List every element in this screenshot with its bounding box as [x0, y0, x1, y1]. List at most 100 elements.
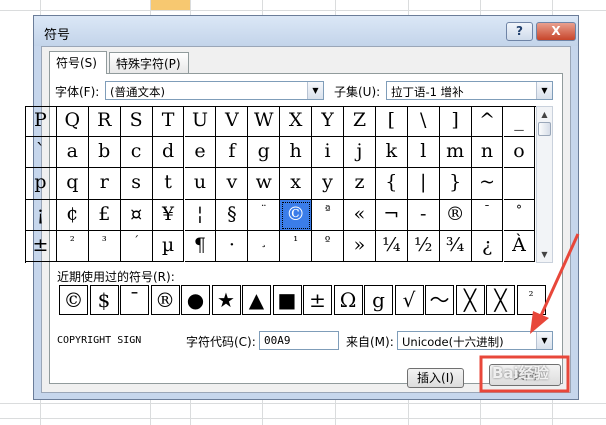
symbol-cell[interactable]: º [312, 230, 344, 262]
symbol-cell[interactable]: ± [25, 230, 57, 262]
symbol-cell[interactable]: ¯ [471, 199, 504, 231]
symbol-cell[interactable]: { [375, 168, 408, 200]
recent-symbol-cell[interactable]: ¯ [120, 285, 149, 315]
symbol-cell[interactable]: § [216, 199, 249, 231]
symbol-cell[interactable]: r [88, 168, 121, 200]
symbol-cell[interactable]: t [152, 168, 185, 200]
symbol-cell[interactable]: Z [344, 106, 376, 138]
symbol-cell[interactable]: ³ [88, 230, 121, 262]
symbol-cell[interactable]: ` [25, 137, 57, 169]
recent-symbol-cell[interactable]: ╳ [455, 285, 485, 315]
scroll-up-icon[interactable]: ▲ [537, 107, 552, 122]
symbol-cell[interactable]: l [407, 137, 440, 169]
symbol-cell[interactable]: Y [312, 106, 344, 138]
recent-symbol-cell[interactable]: $ [89, 285, 119, 315]
symbol-cell[interactable]: b [88, 137, 121, 169]
recent-symbol-cell[interactable]: ■ [272, 285, 302, 315]
recent-symbol-cell[interactable]: Ω [333, 285, 363, 315]
recent-symbol-cell[interactable]: g [364, 285, 393, 315]
symbol-cell[interactable]: À [503, 230, 536, 262]
symbol-cell[interactable]: · [216, 230, 249, 262]
recent-symbol-cell[interactable]: √ [394, 285, 424, 315]
symbol-cell[interactable]: z [344, 168, 376, 200]
symbol-cell[interactable]: ¬ [375, 199, 408, 231]
symbol-cell[interactable]: o [503, 137, 536, 169]
symbol-cell[interactable]: s [120, 168, 153, 200]
symbol-cell[interactable]: m [439, 137, 472, 169]
insert-button[interactable]: 插入(I) [407, 368, 464, 388]
symbol-cell[interactable]: V [216, 106, 249, 138]
recent-symbol-cell[interactable]: ～ [425, 285, 454, 315]
symbol-cell[interactable]: T [152, 106, 185, 138]
from-select[interactable]: Unicode(十六进制) ▼ [397, 331, 553, 350]
symbol-cell[interactable]: - [407, 199, 440, 231]
symbol-cell[interactable]: w [248, 168, 281, 200]
symbol-cell[interactable]: ¸ [248, 230, 281, 262]
symbol-cell[interactable]: µ [152, 230, 185, 262]
symbol-cell[interactable]: ¢ [56, 199, 89, 231]
symbol-cell[interactable] [503, 168, 536, 200]
symbol-cell[interactable]: j [344, 137, 376, 169]
symbol-cell[interactable]: e [184, 137, 217, 169]
scroll-thumb[interactable] [538, 122, 551, 136]
chevron-down-icon[interactable]: ▼ [536, 82, 552, 99]
symbol-cell[interactable]: | [407, 168, 440, 200]
symbol-cell[interactable]: u [184, 168, 217, 200]
symbol-cell[interactable]: W [248, 106, 281, 138]
symbol-cell[interactable]: ¾ [439, 230, 472, 262]
symbol-cell[interactable]: Q [56, 106, 89, 138]
recent-symbol-cell[interactable]: ★ [211, 285, 241, 315]
symbol-cell[interactable]: ® [439, 199, 472, 231]
char-code-field[interactable]: 00A9 [259, 331, 339, 350]
recent-symbol-cell[interactable]: ╳ [486, 285, 515, 315]
symbol-cell[interactable]: ¶ [184, 230, 217, 262]
symbol-cell[interactable]: R [88, 106, 121, 138]
symbol-cell[interactable]: c [120, 137, 153, 169]
symbol-cell[interactable]: ª [312, 199, 344, 231]
symbol-cell[interactable]: x [280, 168, 313, 200]
subset-select[interactable]: 拉丁语-1 增补 ▼ [386, 81, 553, 100]
symbol-cell[interactable]: k [375, 137, 408, 169]
symbol-grid-scrollbar[interactable]: ▲ ▼ [536, 106, 553, 263]
help-button[interactable]: ? [506, 22, 533, 41]
symbol-cell[interactable]: h [280, 137, 313, 169]
symbol-cell[interactable]: ¥ [152, 199, 185, 231]
symbol-cell[interactable]: ² [56, 230, 89, 262]
symbol-cell[interactable]: » [344, 230, 376, 262]
tab-special-characters[interactable]: 特殊字符(P) [109, 52, 189, 73]
recent-symbol-cell[interactable]: ▲ [242, 285, 271, 315]
chevron-down-icon[interactable]: ▼ [307, 82, 323, 99]
tab-symbols[interactable]: 符号(S) [49, 51, 107, 74]
symbol-cell[interactable]: P [25, 106, 57, 138]
symbol-cell[interactable]: ° [503, 199, 536, 231]
symbol-cell[interactable]: } [439, 168, 472, 200]
symbol-cell[interactable]: v [216, 168, 249, 200]
symbol-cell[interactable]: £ [88, 199, 121, 231]
chevron-down-icon[interactable]: ▼ [536, 332, 552, 349]
font-select[interactable]: (普通文本) ▼ [105, 81, 324, 100]
symbol-cell[interactable]: [ [375, 106, 408, 138]
symbol-cell[interactable]: p [25, 168, 57, 200]
recent-symbol-cell[interactable]: ● [181, 285, 210, 315]
symbol-cell[interactable]: ¤ [120, 199, 153, 231]
symbol-cell[interactable]: i [312, 137, 344, 169]
symbol-cell[interactable]: © [280, 199, 313, 231]
symbol-cell[interactable]: S [120, 106, 153, 138]
close-button[interactable]: X [536, 22, 576, 41]
symbol-cell[interactable]: \ [407, 106, 440, 138]
symbol-cell[interactable]: _ [503, 106, 536, 138]
symbol-cell[interactable]: d [152, 137, 185, 169]
symbol-cell[interactable]: ¹ [280, 230, 313, 262]
scroll-down-icon[interactable]: ▼ [537, 247, 552, 262]
symbol-cell[interactable]: ~ [471, 168, 504, 200]
symbol-cell[interactable]: f [216, 137, 249, 169]
symbol-cell[interactable]: ¼ [375, 230, 408, 262]
symbol-cell[interactable]: y [312, 168, 344, 200]
symbol-cell[interactable]: ] [439, 106, 472, 138]
symbol-cell[interactable]: « [344, 199, 376, 231]
symbol-cell[interactable]: a [56, 137, 89, 169]
symbol-cell[interactable]: g [248, 137, 281, 169]
recent-symbol-cell[interactable]: © [59, 285, 88, 315]
symbol-cell[interactable]: ¿ [471, 230, 504, 262]
symbol-cell[interactable]: n [471, 137, 504, 169]
